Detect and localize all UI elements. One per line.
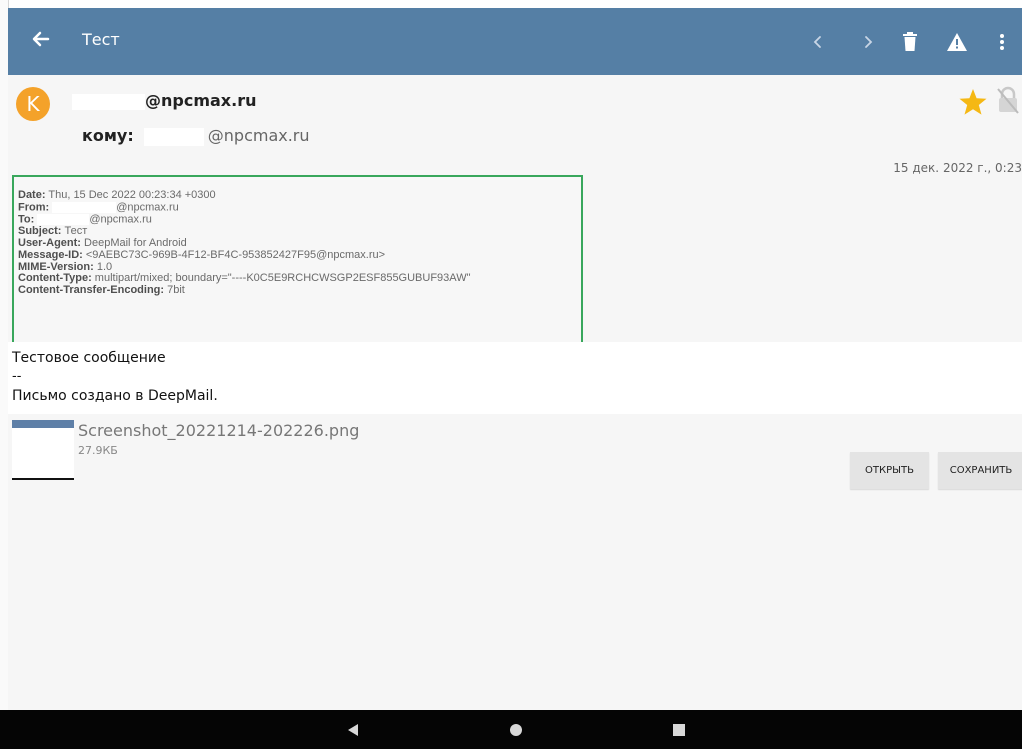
- recipient-domain: @npcmax.ru: [207, 126, 310, 145]
- header-to: To: @npcmax.ru: [18, 213, 152, 226]
- attachment-thumbnail[interactable]: [12, 420, 74, 480]
- attachment-filename[interactable]: Screenshot_20221214-202226.png: [78, 421, 359, 440]
- sender-address: @npcmax.ru: [72, 91, 256, 110]
- attachment-section: Screenshot_20221214-202226.png 27.9КБ ОТ…: [8, 414, 1022, 710]
- raw-headers-block: Date: Thu, 15 Dec 2022 00:23:34 +0300 Fr…: [12, 175, 583, 346]
- save-attachment-button[interactable]: СОХРАНИТЬ: [938, 452, 1022, 489]
- chevron-left-icon[interactable]: [804, 28, 832, 56]
- header-date: Date: Thu, 15 Dec 2022 00:23:34 +0300: [18, 189, 216, 201]
- open-attachment-button[interactable]: ОТКРЫТЬ: [850, 452, 929, 489]
- message-content: K @npcmax.ru кому: @npcmax.ru 15 дек. 202…: [8, 75, 1022, 710]
- email-viewer-window: Тест K @npcmax.ru кому: @npcmax.ru 15 де…: [0, 0, 1022, 749]
- recipient-line: кому: @npcmax.ru: [82, 126, 310, 146]
- home-circle-icon[interactable]: [509, 722, 523, 741]
- to-label: кому:: [82, 126, 134, 145]
- back-arrow-icon[interactable]: [26, 24, 56, 54]
- header-content-transfer-encoding: Content-Transfer-Encoding: 7bit: [18, 284, 185, 297]
- attachment-size: 27.9КБ: [78, 444, 118, 457]
- message-body: Тестовое сообщение -- Письмо создано в D…: [8, 342, 1022, 414]
- redacted-sender-name: [72, 93, 145, 110]
- signature-separator: --: [12, 369, 22, 384]
- system-nav-bar: [0, 710, 1022, 749]
- recents-square-icon[interactable]: [672, 722, 686, 741]
- lock-icon[interactable]: [996, 85, 1020, 115]
- chevron-right-icon[interactable]: [854, 28, 882, 56]
- sender-domain: @npcmax.ru: [145, 91, 257, 110]
- body-line: Тестовое сообщение: [12, 350, 166, 366]
- warning-icon[interactable]: [943, 28, 971, 56]
- trash-icon[interactable]: [896, 28, 924, 56]
- app-bar-title: Тест: [82, 30, 120, 49]
- avatar: K: [16, 87, 50, 121]
- message-date: 15 дек. 2022 г., 0:23: [893, 161, 1022, 175]
- signature-text: Письмо создано в DeepMail.: [12, 388, 218, 404]
- back-triangle-icon[interactable]: [346, 722, 360, 741]
- redacted-recipient-name: [143, 127, 204, 146]
- star-icon[interactable]: [958, 87, 988, 117]
- more-vert-icon[interactable]: [988, 28, 1016, 56]
- app-bar: Тест: [8, 8, 1022, 75]
- header-from: From: @npcmax.ru: [18, 201, 179, 214]
